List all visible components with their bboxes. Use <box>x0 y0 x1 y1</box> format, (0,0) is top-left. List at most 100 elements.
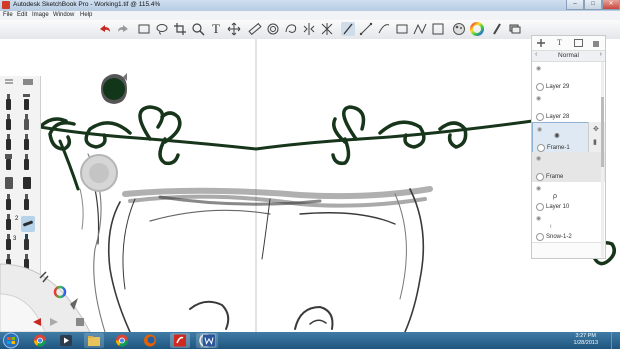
text-icon[interactable]: T <box>209 22 223 36</box>
visibility-eye-icon[interactable]: ◉ <box>536 185 541 192</box>
menu-help[interactable]: Help <box>80 12 92 18</box>
menu-window[interactable]: Window <box>53 12 74 18</box>
ruler-icon[interactable] <box>248 22 262 36</box>
visibility-eye-icon[interactable]: ◉ <box>536 155 541 162</box>
brush-eraser-soft[interactable] <box>3 174 14 190</box>
polyline-open-icon[interactable] <box>413 22 427 36</box>
visibility-eye-icon[interactable]: ◉ <box>537 126 542 133</box>
layer-thumbnail-icon: ρ <box>553 193 557 200</box>
layer-thumbnail-icon: ı <box>550 224 552 230</box>
color-puck[interactable] <box>99 73 129 109</box>
taskbar-media-player-icon[interactable] <box>56 333 76 348</box>
shape-icon[interactable] <box>431 22 445 36</box>
menu-image[interactable]: Image <box>32 12 49 18</box>
taskbar-file-explorer-icon[interactable] <box>84 333 104 348</box>
delete-layer-icon[interactable] <box>592 39 600 47</box>
line-icon[interactable] <box>359 22 373 36</box>
brush-eraser-hard[interactable] <box>21 174 32 190</box>
taskbar-word-icon[interactable] <box>200 333 218 348</box>
undo-icon[interactable] <box>98 22 112 36</box>
start-orb-icon[interactable] <box>2 332 20 349</box>
layer-name: Layer 29 <box>546 84 570 90</box>
french-curve-icon[interactable] <box>284 22 298 36</box>
brush-ballpoint[interactable] <box>3 114 14 130</box>
layer-row[interactable]: ◉ Frame <box>532 152 605 183</box>
layer-lock-icon[interactable]: ▮ <box>593 138 597 146</box>
layer-row[interactable]: ◉ Layer 28 <box>532 92 605 123</box>
system-clock[interactable]: 3:27 PM 1/28/2013 <box>574 333 598 347</box>
maximize-button[interactable]: □ <box>584 0 602 10</box>
current-color-swatch <box>103 78 125 100</box>
brush-airbrush[interactable] <box>21 94 32 110</box>
layer-scrollbar[interactable] <box>601 62 604 257</box>
tool-number-2: 2 <box>15 216 19 222</box>
layer-select-radio[interactable] <box>536 83 544 91</box>
crop-icon[interactable] <box>173 22 187 36</box>
layer-select-radio[interactable] <box>536 203 544 211</box>
layer-name: Snow-1-2 <box>546 234 572 240</box>
move-icon[interactable] <box>227 22 241 36</box>
perspective-icon[interactable] <box>320 22 334 36</box>
palette-settings-icon[interactable] <box>4 78 14 86</box>
menu-edit[interactable]: Edit <box>17 12 27 18</box>
add-layer-icon[interactable] <box>537 39 545 47</box>
layer-select-radio[interactable] <box>536 233 544 241</box>
layer-select-radio[interactable] <box>536 173 544 181</box>
brush-paint[interactable] <box>21 154 32 170</box>
layer-name: Layer 28 <box>546 114 570 120</box>
blend-mode-selector[interactable]: ‹ Normal › <box>532 50 605 62</box>
layer-editor-icon[interactable] <box>508 22 522 36</box>
brush-custom-1[interactable] <box>3 214 14 230</box>
layer-move-icon[interactable]: ✥ <box>593 125 599 133</box>
layer-row[interactable]: ◉ ρ Layer 10 <box>532 182 605 213</box>
palette-menu-icon[interactable] <box>22 78 34 86</box>
menu-file[interactable]: File <box>3 12 13 18</box>
layer-row[interactable]: ◉ ı Snow-1-2 <box>532 212 605 243</box>
symmetry-icon[interactable] <box>302 22 316 36</box>
new-canvas-icon[interactable] <box>137 22 151 36</box>
polyline-icon[interactable] <box>395 22 409 36</box>
brush-blur[interactable] <box>21 194 32 210</box>
brush-custom-2-selected[interactable] <box>21 216 35 232</box>
layer-row-selected[interactable]: ◉ ✺ Frame-1 <box>532 122 589 154</box>
visibility-eye-icon[interactable]: ◉ <box>536 95 541 102</box>
toolbar: T <box>0 20 620 40</box>
layer-name: Frame <box>546 174 564 180</box>
image-layer-icon[interactable] <box>574 39 583 47</box>
sketchbook-app-icon[interactable] <box>2 1 10 9</box>
layer-name: Layer 10 <box>546 204 570 210</box>
brush-chisel[interactable] <box>3 154 14 170</box>
brush-palette-icon[interactable] <box>452 22 466 36</box>
text-layer-icon[interactable]: T <box>557 38 562 47</box>
brush-smear[interactable] <box>3 194 14 210</box>
layer-select-radio[interactable] <box>537 144 545 152</box>
zoom-icon[interactable] <box>191 22 205 36</box>
brush-custom-4[interactable] <box>21 234 32 250</box>
lagoon-menu[interactable] <box>0 254 95 332</box>
pen-stroke-icon[interactable] <box>341 22 355 36</box>
taskbar-firefox-icon[interactable] <box>140 333 160 348</box>
brush-inkpen[interactable] <box>3 134 14 150</box>
lasso-select-icon[interactable] <box>155 22 169 36</box>
minimize-button[interactable]: – <box>566 0 584 10</box>
layer-row[interactable]: ◉ Layer 29 <box>532 62 605 93</box>
straight-line-icon[interactable] <box>377 22 391 36</box>
brush-pencil[interactable] <box>3 94 14 110</box>
visibility-eye-icon[interactable]: ◉ <box>536 215 541 222</box>
taskbar-google-chrome-icon[interactable] <box>112 333 132 348</box>
ellipse-guide-icon[interactable] <box>266 22 280 36</box>
close-button[interactable]: ✕ <box>602 0 620 10</box>
windows-taskbar: 3:27 PM 1/28/2013 <box>0 332 620 349</box>
taskbar-sketchbook-icon[interactable] <box>170 333 190 348</box>
taskbar-chrome-icon[interactable] <box>30 333 50 348</box>
copic-icon[interactable] <box>490 22 504 36</box>
color-wheel-icon[interactable] <box>470 22 484 36</box>
visibility-eye-icon[interactable]: ◉ <box>536 65 541 72</box>
redo-icon[interactable] <box>116 22 130 36</box>
brush-marker[interactable] <box>21 114 32 130</box>
brush-felt[interactable] <box>21 134 32 150</box>
show-desktop-button[interactable] <box>611 332 620 349</box>
layer-thumbnail-icon: ✺ <box>554 133 560 140</box>
brush-puck[interactable] <box>79 153 119 193</box>
layer-select-radio[interactable] <box>536 113 544 121</box>
